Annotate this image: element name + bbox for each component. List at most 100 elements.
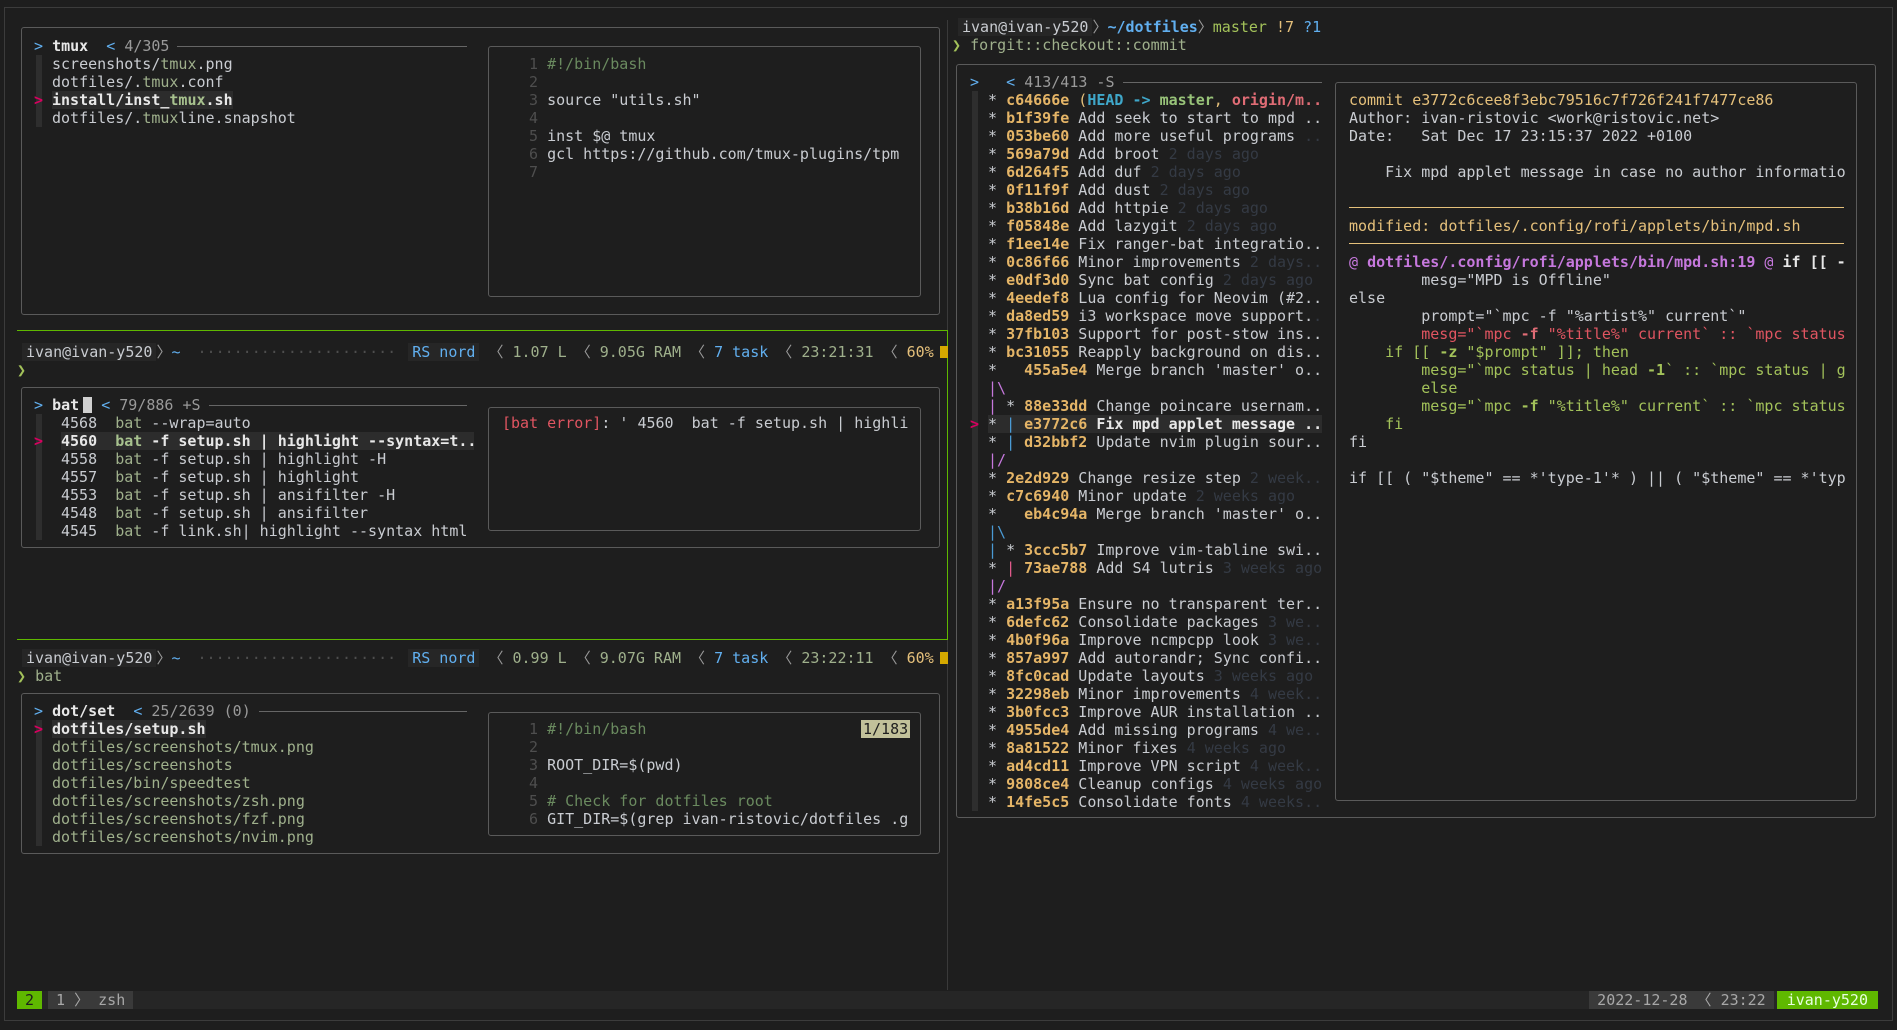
text-segment: Add duf	[1069, 163, 1151, 181]
list-item[interactable]: 4553 bat -f setup.sh | ansifilter -H	[61, 486, 395, 504]
list-item[interactable]: * 569a79d Add broot 2 days ago	[988, 145, 1259, 163]
list-item[interactable]: * 3b0fcc3 Improve AUR installation ..	[988, 703, 1322, 721]
list-item[interactable]: * 4b0f96a Improve ncmpcpp look 3 we..	[988, 631, 1322, 649]
list-item[interactable]: screenshots/tmux.png	[52, 55, 233, 73]
list-item[interactable]: * 4eedef8 Lua config for Neovim (#2..	[988, 289, 1322, 307]
bat-finder-header[interactable]: > bat < 79/886 +S	[34, 396, 467, 414]
list-item[interactable]: 4545 bat -f link.sh| highlight --syntax …	[61, 522, 467, 540]
list-item[interactable]: * 9808ce4 Cleanup configs 4 weeks ago	[988, 775, 1322, 793]
list-item[interactable]: * 14fe5c5 Consolidate fonts 4 weeks..	[988, 793, 1322, 811]
text-line: mesg="MPD is Offline"	[1349, 271, 1611, 289]
bat-history-list[interactable]: 4568 bat --wrap=auto >4560 bat -f setup.s…	[34, 414, 474, 544]
list-item[interactable]: * f1ee14e Fix ranger-bat integratio..	[988, 235, 1322, 253]
list-item[interactable]: * 6defc62 Consolidate packages 3 we..	[988, 613, 1322, 631]
prompt-marker: >	[34, 37, 44, 55]
list-item[interactable]: dotfiles/.tmuxline.snapshot	[52, 109, 296, 127]
list-item[interactable]: * da8ed59 i3 workspace move support..	[988, 307, 1322, 325]
search-query[interactable]: dot/set	[52, 702, 115, 720]
list-item[interactable]: * 857a997 Add autorandr; Sync confi..	[988, 649, 1322, 667]
list-item[interactable]: * 8fc0cad Update layouts 3 weeks ago	[988, 667, 1313, 685]
text-segment: "%title%" current` :: `mpc status	[1538, 325, 1846, 343]
command-text[interactable]: forgit::checkout::commit	[970, 36, 1187, 54]
text-segment: *	[988, 739, 1007, 757]
list-item[interactable]: * c64666e (HEAD -> master, origin/m..	[988, 91, 1322, 109]
list-item-selected[interactable]: dotfiles/setup.sh	[52, 720, 206, 738]
text-segment: #!/bin/bash	[547, 720, 647, 738]
session-indicator[interactable]: 2	[17, 991, 43, 1009]
text-segment: *	[988, 505, 1025, 523]
text-segment: Minor improvements	[1069, 253, 1250, 271]
list-item[interactable]: dotfiles/screenshots/nvim.png	[52, 828, 314, 846]
text-segment: 4	[529, 109, 548, 127]
text-segment: 3 we..	[1267, 631, 1322, 649]
list-item[interactable]: dotfiles/screenshots/fzf.png	[52, 810, 305, 828]
text-line: mesg="`mpc -f "%title%" current` :: `mpc…	[1349, 397, 1846, 415]
text-segment: 4568	[61, 414, 116, 432]
list-item-selected[interactable]: 4560 bat -f setup.sh | highlight --synta…	[61, 432, 474, 450]
list-item[interactable]: * 6d264f5 Add duf 2 days ago	[988, 163, 1241, 181]
file-list[interactable]: > dotfiles/setup.sh dotfiles/screenshots/t…	[34, 720, 474, 850]
list-item[interactable]: * 32298eb Minor improvements 4 week..	[988, 685, 1322, 703]
right-command-line[interactable]: ❯ forgit::checkout::commit	[952, 36, 1187, 54]
list-item[interactable]: dotfiles/screenshots/tmux.png	[52, 738, 314, 756]
list-item[interactable]: 4557 bat -f setup.sh | highlight	[61, 468, 359, 486]
commit-finder-header[interactable]: > < 413/413 -S	[970, 73, 1322, 91]
text-segment: bat	[115, 486, 143, 504]
text-segment: --wrap=auto	[142, 414, 251, 432]
list-item[interactable]: * 37fb103 Support for post-stow ins..	[988, 325, 1322, 343]
list-item[interactable]: * a13f95a Ensure no transparent ter..	[988, 595, 1322, 613]
text-segment: if [[ -	[1782, 253, 1846, 271]
list-item[interactable]: |/	[988, 451, 1006, 469]
list-item[interactable]: * eb4c94a Merge branch 'master' o..	[988, 505, 1322, 523]
list-item[interactable]: * b1f39fe Add seek to start to mpd ..	[988, 109, 1322, 127]
list-item[interactable]: | * 3ccc5b7 Improve vim-tabline swi..	[988, 541, 1322, 559]
list-item[interactable]: |\	[988, 523, 1006, 541]
list-item[interactable]: dotfiles/bin/speedtest	[52, 774, 251, 792]
text-segment: "%title%" current` :: `mpc status	[1538, 397, 1846, 415]
ram-usage: 9.07G RAM	[599, 649, 682, 667]
list-item[interactable]: * ad4cd11 Improve VPN script 4 week..	[988, 757, 1322, 775]
status-right: 2022-12-28 〈 23:22 ivan-y520	[1589, 991, 1878, 1009]
window-tab-zsh[interactable]: 1 〉 zsh	[48, 991, 134, 1009]
text-segment: *	[1006, 397, 1025, 415]
list-item[interactable]: dotfiles/screenshots/zsh.png	[52, 792, 305, 810]
list-item[interactable]: 4548 bat -f setup.sh | ansifilter	[61, 504, 368, 522]
tmux-finder-header[interactable]: > tmux < 4/305	[34, 37, 467, 55]
list-item[interactable]: * e0df3d0 Sync bat config 2 days ago	[988, 271, 1313, 289]
command-line-1[interactable]: ❯	[17, 361, 35, 379]
list-item[interactable]: * 053be60 Add more useful programs ..	[988, 127, 1322, 145]
list-item[interactable]: 4568 bat --wrap=auto	[61, 414, 251, 432]
list-item[interactable]: * b38b16d Add httpie 2 days ago	[988, 199, 1268, 217]
file-finder-header[interactable]: > dot/set < 25/2639 (0)	[34, 702, 467, 720]
command-line-2[interactable]: ❯ bat	[17, 667, 62, 685]
text-segment: -1	[1647, 361, 1666, 379]
search-query[interactable]: tmux	[52, 37, 88, 55]
list-item[interactable]: | * 88e33dd Change poincare usernam..	[988, 397, 1322, 415]
command-text[interactable]: bat	[35, 667, 62, 685]
list-item[interactable]: 4558 bat -f setup.sh | highlight -H	[61, 450, 386, 468]
search-query[interactable]: bat	[52, 396, 79, 414]
list-item[interactable]: * bc31055 Reapply background on dis..	[988, 343, 1322, 361]
list-item[interactable]: |\	[988, 379, 1006, 397]
list-item[interactable]: * f05848e Add lazygit 2 days ago	[988, 217, 1277, 235]
list-item[interactable]: * 4955de4 Add missing programs 4 we..	[988, 721, 1322, 739]
tmux-file-list[interactable]: screenshots/tmux.png dotfiles/.tmux.conf >…	[34, 55, 474, 295]
list-item[interactable]: * 0f11f9f Add dust 2 days ago	[988, 181, 1250, 199]
text-segment: ad4cd11	[1006, 757, 1070, 775]
commit-list[interactable]: * c64666e (HEAD -> master, origin/m.. * b…	[970, 91, 1322, 813]
list-item[interactable]: * | 73ae788 Add S4 lutris 3 weeks ago	[988, 559, 1322, 577]
list-item[interactable]: * | d32bbf2 Update nvim plugin sour..	[988, 433, 1322, 451]
list-item[interactable]: * 2e2d929 Change resize step 2 week..	[988, 469, 1322, 487]
list-item-selected[interactable]: install/inst_tmux.sh	[52, 91, 233, 109]
clock: 23:21:31	[801, 343, 874, 361]
list-item[interactable]: * 455a5e4 Merge branch 'master' o..	[988, 361, 1322, 379]
git-untracked-count: ?1	[1303, 18, 1322, 36]
text-segment: ROOT_DIR=$(pwd)	[547, 756, 683, 774]
list-item-selected[interactable]: * | e3772c6 Fix mpd applet message ..	[988, 415, 1322, 433]
list-item[interactable]: * 0c86f66 Minor improvements 2 days..	[988, 253, 1322, 271]
list-item[interactable]: dotfiles/.tmux.conf	[52, 73, 224, 91]
list-item[interactable]: * c7c6940 Minor update 2 weeks ago	[988, 487, 1295, 505]
list-item[interactable]: |/	[988, 577, 1006, 595]
list-item[interactable]: dotfiles/screenshots	[52, 756, 233, 774]
list-item[interactable]: * 8a81522 Minor fixes 4 weeks ago	[988, 739, 1286, 757]
